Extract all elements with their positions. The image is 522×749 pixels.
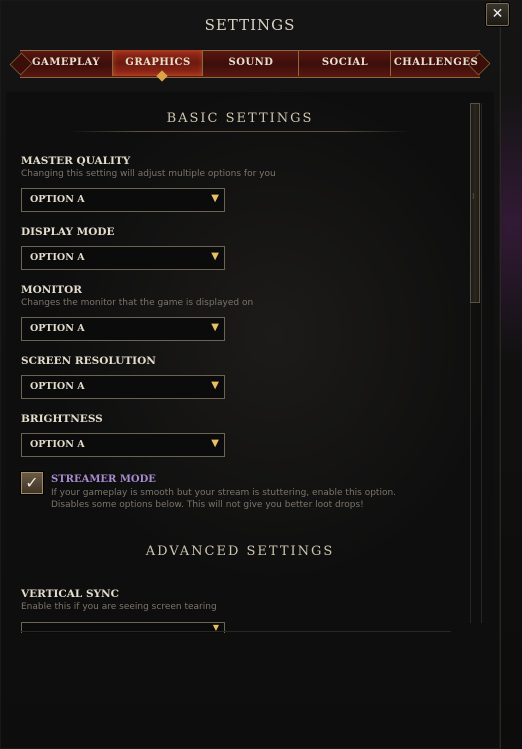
vertical-sync-label: VERTICAL SYNC [21,588,119,600]
close-button[interactable]: ✕ [486,3,509,26]
streamer-mode-label: STREAMER MODE [51,474,156,485]
streamer-mode-description-1: If your gameplay is smooth but your stre… [51,488,397,498]
close-icon: ✕ [491,6,504,22]
tab-bar: GAMEPLAY GRAPHICS SOUND SOCIAL CHALLENGE… [9,48,491,82]
chevron-down-icon: ▼ [211,322,219,333]
vertical-sync-description: Enable this if you are seeing screen tea… [21,602,217,612]
advanced-settings-title: ADVANCED SETTINGS [145,544,335,559]
brightness-label: BRIGHTNESS [21,413,103,425]
tab-challenges[interactable]: CHALLENGES [390,50,481,76]
monitor-value: OPTION A [30,323,85,334]
screen-resolution-label: SCREEN RESOLUTION [21,355,156,367]
master-quality-dropdown[interactable]: OPTION A ▼ [21,188,225,212]
monitor-dropdown[interactable]: OPTION A ▼ [21,317,225,341]
window-title: SETTINGS [204,16,296,34]
tab-gameplay[interactable]: GAMEPLAY [20,50,112,76]
brightness-value: OPTION A [30,439,85,450]
chevron-down-icon: ▼ [211,251,219,262]
master-quality-label: MASTER QUALITY [21,155,131,167]
monitor-label: MONITOR [21,284,82,296]
scroll-grip-icon: ⁝ [472,192,475,201]
chevron-down-icon: ▼ [211,438,219,449]
monitor-description: Changes the monitor that the game is dis… [21,298,254,308]
display-mode-dropdown[interactable]: OPTION A ▼ [21,246,225,270]
scrollbar-thumb[interactable] [470,103,480,303]
master-quality-description: Changing this setting will adjust multip… [21,169,276,179]
display-mode-value: OPTION A [30,252,85,263]
display-mode-label: DISPLAY MODE [21,226,115,238]
tab-sound[interactable]: SOUND [202,50,299,76]
chevron-down-icon: ▼ [211,380,219,391]
checkmark-icon: ✓ [25,473,39,492]
chevron-down-icon: ▼ [211,193,219,204]
tab-social[interactable]: SOCIAL [298,50,391,76]
basic-settings-title: BASIC SETTINGS [166,111,314,126]
brightness-dropdown[interactable]: OPTION A ▼ [21,433,225,457]
streamer-mode-description-2: Disables some options below. This will n… [51,500,364,510]
streamer-mode-checkbox[interactable]: ✓ [21,472,43,494]
screen-resolution-value: OPTION A [30,381,85,392]
master-quality-value: OPTION A [30,194,85,205]
screen-resolution-dropdown[interactable]: OPTION A ▼ [21,375,225,399]
settings-window: SETTINGS GAMEPLAY GRAPHICS SOUND SOCIAL … [0,0,501,749]
panel-bottom-divider [21,631,451,632]
basic-settings-divider [70,131,410,132]
tab-graphics[interactable]: GRAPHICS [112,50,203,76]
